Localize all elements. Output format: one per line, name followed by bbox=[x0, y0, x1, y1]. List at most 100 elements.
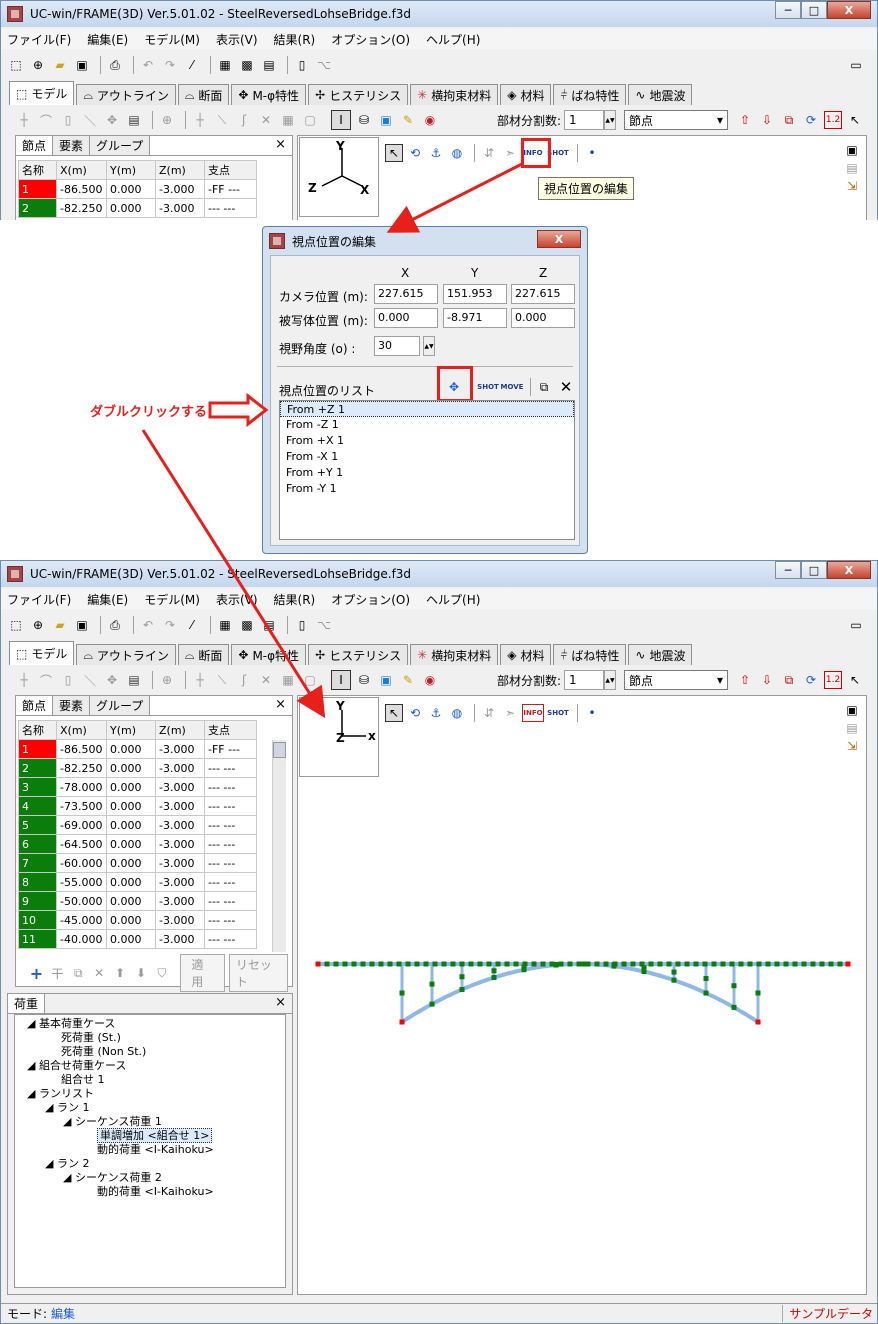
color-icon[interactable]: ◉ bbox=[421, 111, 439, 129]
add-member-icon[interactable]: ⌒ bbox=[37, 111, 55, 129]
mesh-icon[interactable]: ▦ bbox=[279, 111, 297, 129]
col-header-support[interactable]: 支点 bbox=[204, 160, 257, 180]
menu-edit[interactable]: 編集(E) bbox=[87, 31, 128, 48]
subtab-elements[interactable]: 要素 bbox=[53, 136, 91, 155]
tab-hysteresis[interactable]: ✢ ヒステリシス bbox=[308, 644, 409, 665]
tree-node[interactable]: 組合せ 1 bbox=[15, 1073, 285, 1087]
display-icon[interactable]: ▣ bbox=[377, 671, 395, 689]
info-view-icon[interactable]: INFO bbox=[522, 704, 544, 722]
tab-model[interactable]: ⬚ モデル bbox=[9, 81, 75, 105]
info-icon[interactable]: ✎ bbox=[399, 671, 417, 689]
delete-member-icon[interactable]: ✕ bbox=[257, 671, 275, 689]
delete-viewpoint-icon[interactable]: ✕ bbox=[557, 378, 575, 396]
dialog-close-button[interactable]: X bbox=[537, 230, 581, 248]
col-header-y[interactable]: Y(m) bbox=[106, 720, 156, 740]
bunkatsu-input[interactable]: 1 bbox=[564, 110, 605, 130]
table-row[interactable]: 6 -64.500 0.000 -3.000 --- --- bbox=[18, 834, 257, 854]
output-icon[interactable]: ▤ bbox=[260, 616, 278, 634]
delete-member-icon[interactable]: ✕ bbox=[257, 111, 275, 129]
output-icon[interactable]: ▤ bbox=[260, 56, 278, 74]
target-icon[interactable]: ⊕ bbox=[158, 111, 176, 129]
target-y-field[interactable]: -8.971 bbox=[443, 308, 507, 328]
table-row[interactable]: 2 -82.250 0.000 -3.000 --- --- bbox=[18, 758, 257, 778]
list-item[interactable]: From +Y 1 bbox=[280, 465, 574, 481]
refresh-icon[interactable]: ⟳ bbox=[802, 671, 820, 689]
tab-section[interactable]: ⌓ 断面 bbox=[177, 644, 230, 665]
color-icon[interactable]: ◉ bbox=[421, 671, 439, 689]
tree-node[interactable]: ◢ 基本荷重ケース bbox=[15, 1017, 285, 1031]
copy-row-icon[interactable]: ⧉ bbox=[70, 964, 87, 982]
menu-view[interactable]: 表示(V) bbox=[216, 31, 258, 48]
select-cursor-icon[interactable]: ↖ bbox=[385, 144, 403, 162]
print-preview-icon[interactable]: ⎙ bbox=[106, 616, 124, 634]
tab-confinement[interactable]: ✳ 横拘束材料 bbox=[410, 84, 499, 105]
maximize-button[interactable]: □ bbox=[801, 1, 827, 19]
check-icon[interactable]: ⌥ bbox=[315, 56, 333, 74]
menu-model[interactable]: モデル(M) bbox=[144, 591, 200, 608]
line-icon[interactable]: ＼ bbox=[81, 671, 99, 689]
display-select[interactable]: 節点 ▾ bbox=[624, 670, 729, 690]
filter-icon[interactable]: ⛉ bbox=[153, 964, 170, 982]
col-header-name[interactable]: 名称 bbox=[18, 160, 57, 180]
camera-y-field[interactable]: 151.953 bbox=[443, 284, 507, 304]
tab-m-phi[interactable]: ✥ M-φ特性 bbox=[231, 84, 307, 105]
subtab-nodes[interactable]: 節点 bbox=[16, 696, 54, 715]
anchor-icon[interactable]: ⚓ bbox=[427, 704, 445, 722]
line-icon[interactable]: ＼ bbox=[81, 111, 99, 129]
tree-node[interactable]: 死荷重 (St.) bbox=[15, 1031, 285, 1045]
subtab-nodes[interactable]: 節点 bbox=[16, 136, 54, 155]
menu-view[interactable]: 表示(V) bbox=[216, 591, 258, 608]
tab-section[interactable]: ⌓ 断面 bbox=[177, 84, 230, 105]
menu-edit[interactable]: 編集(E) bbox=[87, 591, 128, 608]
export-icon[interactable]: ⇲ bbox=[843, 737, 861, 755]
delete-row-icon[interactable]: ✕ bbox=[91, 964, 108, 982]
panel-toggle-icon[interactable]: ▭ bbox=[847, 616, 865, 634]
minimize-button[interactable]: ─ bbox=[775, 1, 801, 19]
wizard-icon[interactable]: ⊕ bbox=[29, 56, 47, 74]
tab-material[interactable]: ◈ 材料 bbox=[500, 84, 552, 105]
table-row[interactable]: 2 -82.250 0.000 -3.000 --- --- bbox=[18, 198, 257, 218]
up-red-icon[interactable]: ⇧ bbox=[736, 111, 754, 129]
camera-x-field[interactable]: 227.615 bbox=[374, 284, 438, 304]
tilt-icon[interactable]: ⇵ bbox=[480, 704, 498, 722]
col-header-name[interactable]: 名称 bbox=[18, 720, 57, 740]
minimize-button[interactable]: ─ bbox=[775, 561, 801, 579]
fov-input[interactable]: 30 bbox=[374, 336, 420, 356]
menu-options[interactable]: オプション(O) bbox=[331, 31, 410, 48]
bunkatsu-spinner[interactable]: ▲▼ bbox=[604, 110, 617, 130]
copy-window-icon[interactable]: ▣ bbox=[843, 141, 861, 159]
menu-result[interactable]: 結果(R) bbox=[274, 591, 316, 608]
spring-icon[interactable]: ʃ bbox=[235, 111, 253, 129]
calc-icon[interactable]: ⁄ bbox=[183, 56, 201, 74]
tab-model[interactable]: ⬚ モデル bbox=[9, 641, 75, 665]
report2-icon[interactable]: ▩ bbox=[238, 616, 256, 634]
bunkatsu-input[interactable]: 1 bbox=[564, 670, 605, 690]
doc-icon[interactable]: ▤ bbox=[843, 159, 861, 177]
zoom-icon[interactable]: ◍ bbox=[448, 144, 466, 162]
doc-icon[interactable]: ▤ bbox=[843, 719, 861, 737]
redo-icon[interactable]: ↷ bbox=[161, 616, 179, 634]
lock-icon[interactable]: ▢ bbox=[301, 671, 319, 689]
tree-node[interactable]: ◢ シーケンス荷重 1 bbox=[15, 1115, 285, 1129]
lock-icon[interactable]: ▢ bbox=[301, 111, 319, 129]
scale-icon[interactable]: 1.2 bbox=[824, 111, 843, 129]
add-row-icon[interactable]: + bbox=[28, 964, 45, 983]
info-icon[interactable]: ✎ bbox=[399, 111, 417, 129]
print-preview-icon[interactable]: ⎙ bbox=[106, 56, 124, 74]
table-row[interactable]: 1 -86.500 0.000 -3.000 -FF --- bbox=[18, 739, 257, 759]
table-row[interactable]: 4 -73.500 0.000 -3.000 --- --- bbox=[18, 796, 257, 816]
table-edit-icon[interactable]: ▤ bbox=[125, 111, 143, 129]
dot-icon[interactable]: • bbox=[583, 704, 601, 722]
tab-outline[interactable]: ⌓ アウトライン bbox=[76, 84, 176, 105]
tilt-icon[interactable]: ⇵ bbox=[480, 144, 498, 162]
reset-button[interactable]: リセット bbox=[228, 954, 288, 992]
menu-help[interactable]: ヘルプ(H) bbox=[426, 31, 480, 48]
display-icon[interactable]: ▣ bbox=[377, 111, 395, 129]
tree-node[interactable]: 死荷重 (Non St.) bbox=[15, 1045, 285, 1059]
tree-node[interactable]: 動的荷重 <I-Kaihoku> bbox=[15, 1143, 285, 1157]
menu-file[interactable]: ファイル(F) bbox=[7, 31, 71, 48]
diag-icon[interactable]: ⟍ bbox=[213, 111, 231, 129]
shot-list-icon[interactable]: SHOT bbox=[477, 378, 499, 396]
add-node-icon[interactable]: ┼ bbox=[15, 111, 33, 129]
menu-model[interactable]: モデル(M) bbox=[144, 31, 200, 48]
